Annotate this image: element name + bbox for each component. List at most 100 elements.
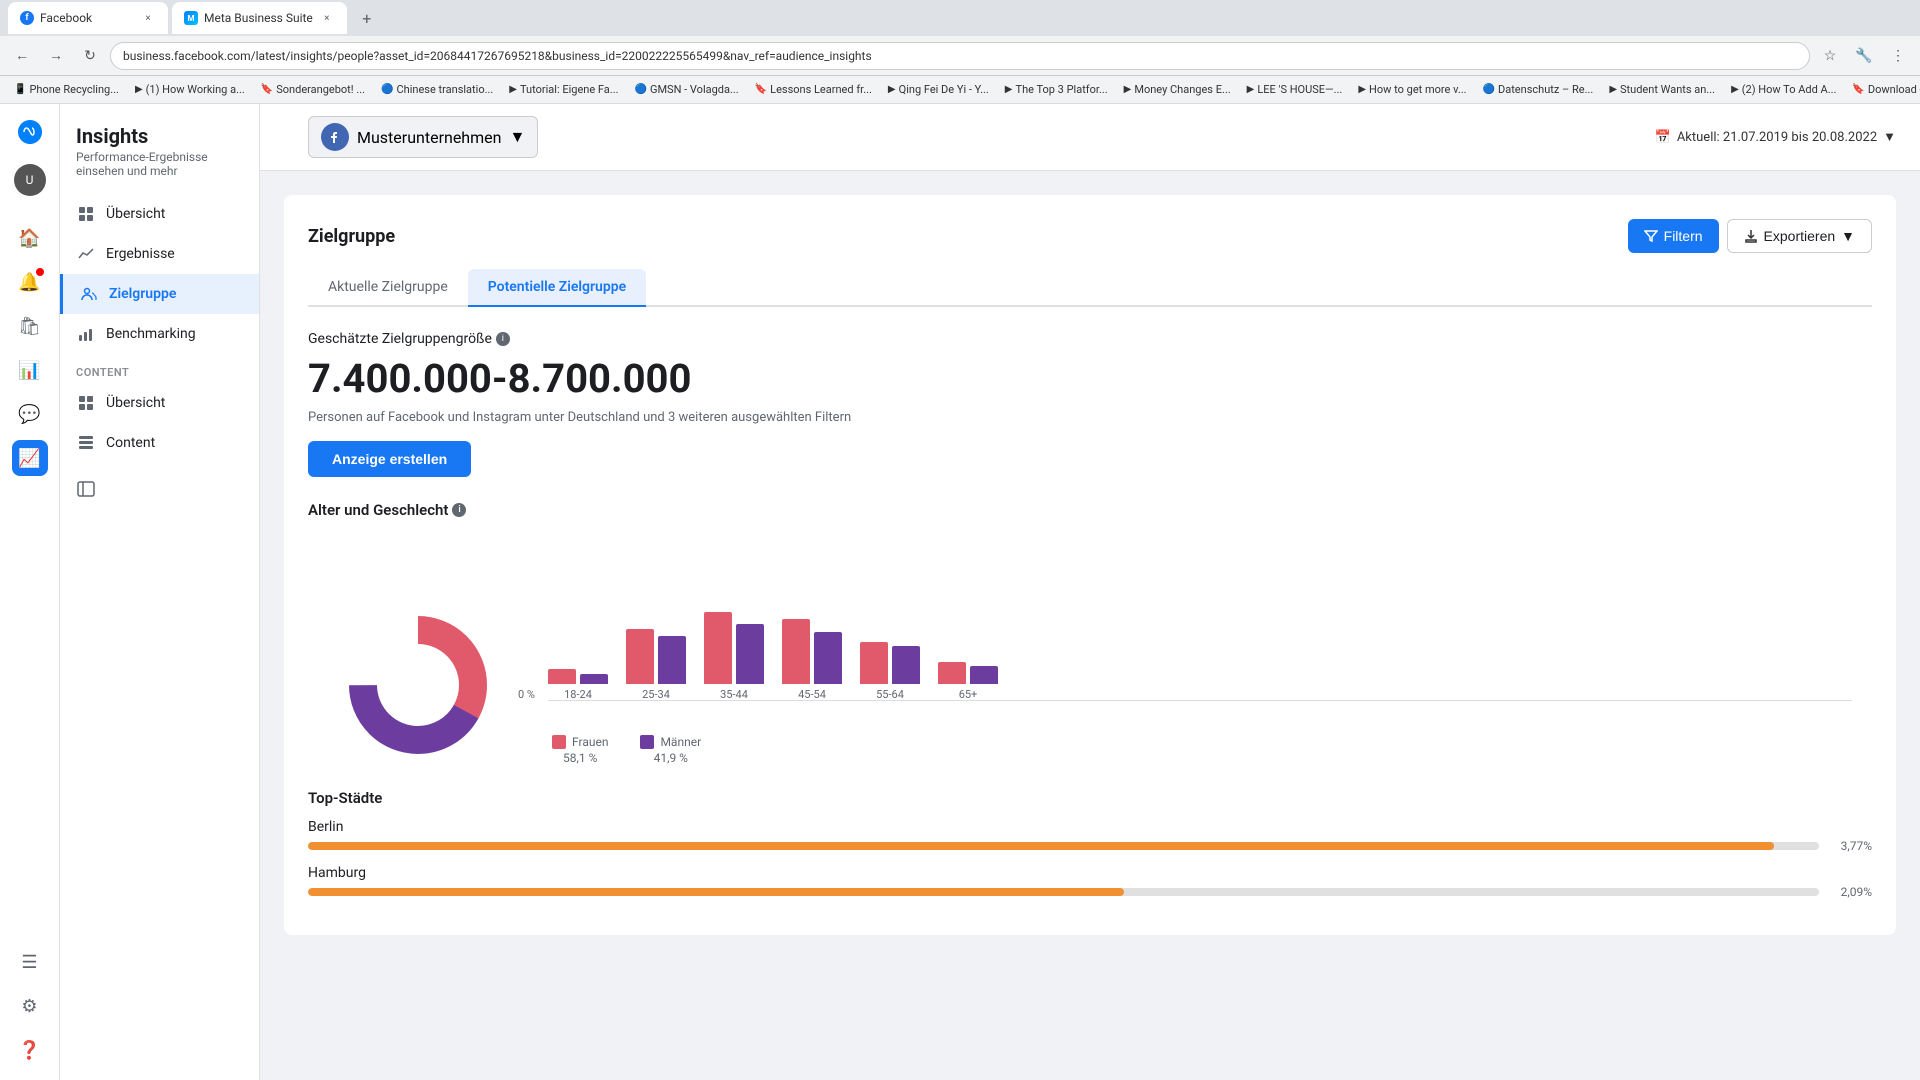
sidebar-menu-icon[interactable]: ☰ xyxy=(12,944,48,980)
filter-label: Filtern xyxy=(1664,228,1703,244)
city-hamburg-bar-fill xyxy=(308,888,1124,896)
extensions-button[interactable]: 🔧 xyxy=(1850,42,1878,70)
tab-aktuelle[interactable]: Aktuelle Zielgruppe xyxy=(308,269,468,307)
nav-content-icon xyxy=(76,433,96,453)
nav-sidebar: Insights Performance-Ergebnisse einsehen… xyxy=(60,104,260,1080)
tabs-row: Aktuelle Zielgruppe Potentielle Zielgrup… xyxy=(308,269,1872,307)
bookmark-student[interactable]: ▶Student Wants an... xyxy=(1603,81,1721,98)
city-hamburg-bar-row: 2,09% xyxy=(308,885,1872,899)
city-berlin-bar-bg xyxy=(308,842,1819,850)
sidebar-ads-icon[interactable]: 📊 xyxy=(12,352,48,388)
chart-legend: Frauen 58,1 % Männer 41,9 % xyxy=(548,735,1852,765)
bookmark-lee-house[interactable]: ▶LEE 'S HOUSE—... xyxy=(1241,81,1349,98)
bookmark-qing[interactable]: ▶Qing Fei De Yi - Y... xyxy=(882,81,995,98)
tab-facebook[interactable]: f Facebook × xyxy=(8,2,168,34)
bookmark-download[interactable]: 🔖Download - Cook... xyxy=(1846,81,1920,98)
nav-zielgruppe-label: Zielgruppe xyxy=(109,286,176,302)
bookmark-sonderangebot[interactable]: 🔖Sonderangebot! ... xyxy=(255,81,371,98)
bar-maenner-65plus xyxy=(970,666,998,684)
address-bar[interactable]: business.facebook.com/latest/insights/pe… xyxy=(110,42,1810,70)
bookmark-datenschutz[interactable]: 🔵Datenschutz – Re... xyxy=(1477,81,1600,98)
tab-meta-business-label: Meta Business Suite xyxy=(204,11,313,25)
bookmark-how-more[interactable]: ▶How to get more v... xyxy=(1352,81,1472,98)
bookmark-phone-recycling[interactable]: 📱Phone Recycling... xyxy=(8,81,125,98)
y-axis-zero: 0 % xyxy=(518,688,535,701)
bar-maenner-18-24 xyxy=(580,674,608,684)
card-header: Zielgruppe Filtern Exportieren ▼ xyxy=(308,219,1872,253)
dropdown-arrow: ▼ xyxy=(509,127,525,147)
content-section-label: Content xyxy=(60,354,259,383)
nav-item-zielgruppe[interactable]: Zielgruppe xyxy=(60,274,259,314)
business-selector[interactable]: Musterunternehmen ▼ xyxy=(308,116,538,158)
export-button[interactable]: Exportieren ▼ xyxy=(1727,219,1872,253)
browser-chrome: f Facebook × M Meta Business Suite × + xyxy=(0,0,1920,36)
browser-toolbar: ← → ↻ business.facebook.com/latest/insig… xyxy=(0,36,1920,76)
sidebar-settings-icon[interactable]: ⚙ xyxy=(12,988,48,1024)
bookmark-gmsn[interactable]: 🔵GMSN - Volagda... xyxy=(629,81,745,98)
bars-container: 0 % 18-24 xyxy=(548,531,1852,731)
tab-meta-business[interactable]: M Meta Business Suite × xyxy=(172,2,347,34)
nav-content-ubersicht-icon xyxy=(76,393,96,413)
create-ad-button[interactable]: Anzeige erstellen xyxy=(308,441,471,477)
content-area: Zielgruppe Filtern Exportieren ▼ xyxy=(260,171,1920,1080)
bookmark-lessons[interactable]: 🔖Lessons Learned fr... xyxy=(749,81,878,98)
bookmark-how-to-add[interactable]: ▶(2) How To Add A... xyxy=(1725,81,1842,98)
estimated-label: Geschätzte Zielgruppengröße i xyxy=(308,331,1872,347)
card-title: Zielgruppe xyxy=(308,226,395,247)
menu-button[interactable]: ⋮ xyxy=(1884,42,1912,70)
date-range-selector[interactable]: 📅 Aktuell: 21.07.2019 bis 20.08.2022 ▼ xyxy=(1655,129,1896,145)
bookmark-top3[interactable]: ▶The Top 3 Platfor... xyxy=(999,81,1114,98)
bar-group-18-24: 18-24 xyxy=(548,669,608,701)
nav-item-ubersicht[interactable]: Übersicht xyxy=(60,194,259,234)
user-avatar[interactable]: U xyxy=(14,164,46,196)
back-button[interactable]: ← xyxy=(8,42,36,70)
meta-logo xyxy=(14,116,46,148)
nav-content-ubersicht-label: Übersicht xyxy=(106,395,165,411)
bar-chart: 0 % 18-24 xyxy=(548,531,1852,765)
baseline xyxy=(548,700,1852,701)
estimated-info-icon[interactable]: i xyxy=(496,332,510,346)
nav-item-benchmarking[interactable]: Benchmarking xyxy=(60,314,259,354)
sidebar-inbox-icon[interactable]: 💬 xyxy=(12,396,48,432)
age-gender-info-icon[interactable]: i xyxy=(452,503,466,517)
sidebar-store-icon[interactable]: 🛍 xyxy=(12,308,48,344)
bar-maenner-45-54 xyxy=(814,632,842,684)
tab-close-meta[interactable]: × xyxy=(319,10,335,26)
tab-close-facebook[interactable]: × xyxy=(140,10,156,26)
left-sidebar: U 🏠 🔔 🛍 📊 💬 📈 ☰ ⚙ ❓ xyxy=(0,104,60,1080)
reload-button[interactable]: ↻ xyxy=(76,42,104,70)
nav-ubersicht-icon xyxy=(76,204,96,224)
nav-content-label: Content xyxy=(106,435,155,451)
insights-title: Insights xyxy=(76,124,243,148)
city-berlin-bar-fill xyxy=(308,842,1774,850)
sidebar-insights-icon[interactable]: 📈 xyxy=(12,440,48,476)
forward-button[interactable]: → xyxy=(42,42,70,70)
sidebar-home-icon[interactable]: 🏠 xyxy=(12,220,48,256)
bookmark-chinese[interactable]: 🔵Chinese translatio... xyxy=(375,81,499,98)
calendar-icon: 📅 xyxy=(1655,130,1671,145)
top-header: Musterunternehmen ▼ 📅 Aktuell: 21.07.201… xyxy=(260,104,1920,171)
tab-potenzielle[interactable]: Potentielle Zielgruppe xyxy=(468,269,646,307)
insights-subtitle: Performance-Ergebnisse einsehen und mehr xyxy=(76,150,243,178)
city-row-hamburg: Hamburg 2,09% xyxy=(308,865,1872,899)
nav-item-ergebnisse[interactable]: Ergebnisse xyxy=(60,234,259,274)
sidebar-toggle[interactable] xyxy=(60,463,259,515)
nav-item-content-ubersicht[interactable]: Übersicht xyxy=(60,383,259,423)
bookmark-money[interactable]: ▶Money Changes E... xyxy=(1118,81,1237,98)
bookmark-tutorial[interactable]: ▶Tutorial: Eigene Fa... xyxy=(503,81,624,98)
nav-item-content[interactable]: Content xyxy=(60,423,259,463)
bar-frauen-55-64 xyxy=(860,642,888,684)
sidebar-notification-icon[interactable]: 🔔 xyxy=(12,264,48,300)
zielgruppe-card: Zielgruppe Filtern Exportieren ▼ xyxy=(284,195,1896,935)
bar-frauen-65plus xyxy=(938,662,966,684)
sidebar-help-icon[interactable]: ❓ xyxy=(12,1032,48,1068)
nav-ergebnisse-label: Ergebnisse xyxy=(106,246,175,262)
bookmark-button[interactable]: ☆ xyxy=(1816,42,1844,70)
business-avatar xyxy=(321,123,349,151)
nav-benchmarking-label: Benchmarking xyxy=(106,326,196,342)
bar-maenner-35-44 xyxy=(736,624,764,684)
new-tab-button[interactable]: + xyxy=(355,6,379,30)
legend-maenner-pct: 41,9 % xyxy=(654,751,688,765)
bookmark-how-working[interactable]: ▶(1) How Working a... xyxy=(129,81,251,98)
filter-button[interactable]: Filtern xyxy=(1628,219,1719,253)
